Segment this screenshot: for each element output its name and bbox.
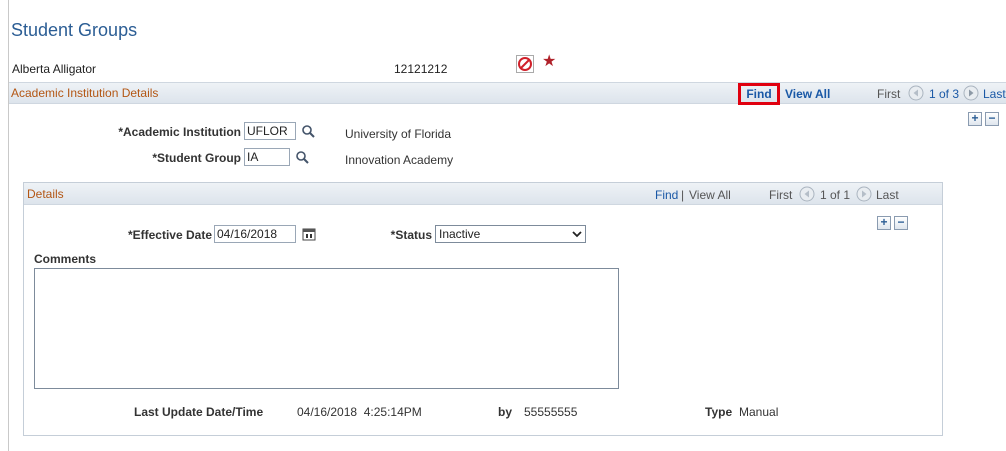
academic-institution-description: University of Florida [345, 127, 452, 141]
details-header: Details Find | View All First 1 of 1 Las… [24, 183, 942, 205]
status-select[interactable]: Inactive [435, 225, 586, 243]
star-icon[interactable]: ★ [542, 53, 556, 71]
nav-first-label: First [877, 87, 901, 101]
nav-last-link[interactable]: Last [983, 87, 1006, 101]
academic-institution-label: *Academic Institution [118, 125, 241, 139]
nav-count: 1 of 3 [929, 87, 960, 101]
type-value: Manual [739, 405, 779, 419]
last-update-label: Last Update Date/Time [134, 405, 264, 419]
arrow-right-circle-icon [856, 186, 872, 202]
academic-section-header: Academic Institution Details Find View A… [9, 82, 1006, 105]
details-separator: | [681, 188, 685, 202]
arrow-left-circle-icon [799, 186, 815, 202]
details-nav-first: First [769, 188, 793, 202]
details-find-link[interactable]: Find [655, 188, 678, 202]
student-group-input[interactable]: IA [244, 148, 290, 166]
calendar-icon[interactable] [302, 227, 316, 241]
arrow-left-circle-icon [908, 85, 924, 101]
add-row-button[interactable]: + [968, 112, 982, 126]
status-selected-value: Inactive [439, 227, 481, 241]
student-group-label: *Student Group [152, 151, 241, 165]
status-label: *Status [390, 228, 432, 242]
details-delete-row-button[interactable]: − [894, 216, 908, 230]
comments-textarea[interactable] [34, 268, 619, 389]
type-label: Type [705, 405, 733, 419]
delete-row-button[interactable]: − [985, 112, 999, 126]
comments-label: Comments [34, 252, 97, 266]
student-name: Alberta Alligator [12, 62, 97, 76]
arrow-right-circle-icon[interactable] [963, 85, 979, 101]
student-group-description: Innovation Academy [345, 153, 454, 167]
view-all-link[interactable]: View All [785, 87, 830, 101]
page-title: Student Groups [11, 20, 138, 40]
details-section: Details Find | View All First 1 of 1 Las… [23, 182, 943, 436]
magnifier-icon[interactable] [301, 124, 315, 138]
chevron-down-icon [572, 231, 582, 238]
academic-institution-input[interactable]: UFLOR [244, 122, 296, 140]
student-id: 12121212 [394, 62, 448, 76]
academic-section-title: Academic Institution Details [11, 86, 159, 100]
details-nav-last: Last [876, 188, 899, 202]
details-view-all-link[interactable]: View All [689, 188, 731, 202]
details-title: Details [27, 187, 64, 201]
details-add-row-button[interactable]: + [877, 216, 891, 230]
effective-date-label: *Effective Date [127, 228, 212, 242]
details-nav-count: 1 of 1 [820, 188, 851, 202]
find-link[interactable]: Find [738, 83, 780, 105]
effective-date-input[interactable]: 04/16/2018 [214, 225, 296, 243]
updated-by-value: 55555555 [524, 405, 578, 419]
page-frame: Student Groups Alberta Alligator 1212121… [8, 0, 1006, 451]
no-entry-icon[interactable] [516, 55, 534, 73]
last-update-value: 04/16/2018 4:25:14PM [297, 405, 422, 419]
magnifier-icon[interactable] [295, 150, 309, 164]
updated-by-label: by [498, 405, 513, 419]
